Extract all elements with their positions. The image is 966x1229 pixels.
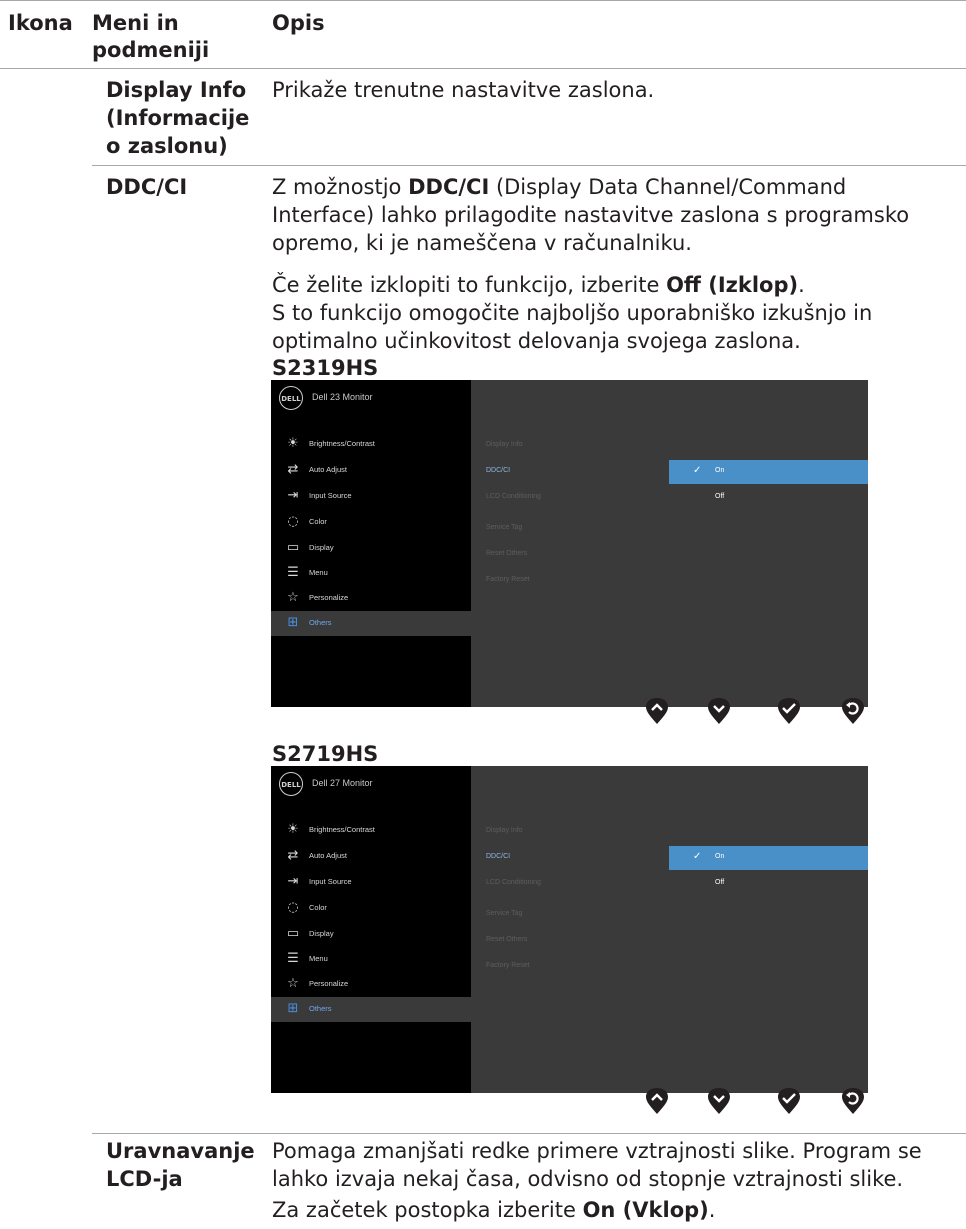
personalize-icon: ☆ [287,976,299,991]
ddcci-desc-1: Z možnostjo DDC/CI (Display Data Channel… [272,175,910,255]
lcd-label: Uravnavanje LCD-ja [106,1139,255,1191]
up-button-icon[interactable] [643,1087,671,1115]
osd2-menu-color[interactable]: ◌ Color [271,896,471,921]
check-icon: ✓ [693,465,702,476]
osd1-menu-auto-adjust[interactable]: ⇄ Auto Adjust [271,458,471,483]
others-icon: ⊞ [287,1001,299,1016]
osd1-menu-input-source[interactable]: ⇥ Input Source [271,484,471,509]
osd2-menu-menu[interactable]: ☰ Menu [271,947,471,972]
back-button-icon[interactable] [839,1087,867,1115]
header-desc-col: Opis [272,11,325,35]
lcd-desc-1: Pomaga zmanjšati redke primere vztrajnos… [272,1139,922,1191]
osd1-menu-menu[interactable]: ☰ Menu [271,561,471,586]
auto-adjust-icon: ⇄ [287,848,299,863]
row-rule-2 [92,1133,966,1134]
osd1-sub-ddcci[interactable]: DDC/CI [486,467,510,474]
check-icon: ✓ [693,851,702,862]
menu-icon: ☰ [287,951,299,966]
menu-icon: ☰ [287,565,299,580]
lcd-desc-2: Za začetek postopka izberite On (Vklop). [272,1198,716,1222]
input-source-icon: ⇥ [287,874,299,889]
osd1-menu-others[interactable]: ⊞ Others [271,611,471,636]
osd1-menu-color[interactable]: ◌ Color [271,510,471,535]
back-button-icon[interactable] [839,697,867,725]
osd2-option-on[interactable]: ✓ On [669,846,868,870]
osd2-sub-service-tag[interactable]: Service Tag [486,910,522,917]
brightness-icon: ☀ [287,436,299,451]
osd1-sub-display-info[interactable]: Display Info [486,441,523,448]
brightness-icon: ☀ [287,822,299,837]
osd2-menu-input-source[interactable]: ⇥ Input Source [271,870,471,895]
header-rule [0,68,966,69]
display-info-desc: Prikaže trenutne nastavitve zaslona. [272,78,655,102]
osd1-option-off[interactable]: Off [669,486,868,510]
row-rule-1 [92,165,966,166]
osd1-model: S2319HS [272,356,379,380]
color-icon: ◌ [287,900,299,915]
up-button-icon[interactable] [643,697,671,725]
osd1-sub-service-tag[interactable]: Service Tag [486,524,522,531]
osd2-menu-display[interactable]: ▭ Display [271,922,471,947]
display-info-label: Display Info (Informacije o zaslonu) [106,78,250,158]
ddcci-label: DDC/CI [106,175,188,199]
osd1-screen: DELL Dell 23 Monitor ☀ Brightness/Contras… [271,380,868,707]
check-button-icon[interactable] [775,697,803,725]
display-icon: ▭ [286,540,300,555]
auto-adjust-icon: ⇄ [287,462,299,477]
personalize-icon: ☆ [287,590,299,605]
ddcci-desc-3: S to funkcijo omogočite najboljšo uporab… [272,301,873,353]
osd1-menu-personalize[interactable]: ☆ Personalize [271,586,471,611]
osd2-screen: DELL Dell 27 Monitor ☀ Brightness/Contras… [271,766,868,1093]
osd1-sub-lcd-conditioning[interactable]: LCD Conditioning [486,493,541,500]
osd2-title: Dell 27 Monitor [312,778,373,788]
osd1-title: Dell 23 Monitor [312,392,373,402]
osd2-menu-brightness[interactable]: ☀ Brightness/Contrast [271,818,471,843]
osd1-menu-brightness[interactable]: ☀ Brightness/Contrast [271,432,471,457]
osd2-sub-reset-others[interactable]: Reset Others [486,936,527,943]
osd1-sub-reset-others[interactable]: Reset Others [486,550,527,557]
osd1-option-on[interactable]: ✓ On [669,460,868,484]
color-icon: ◌ [287,514,299,529]
osd1-sub-factory-reset[interactable]: Factory Reset [486,576,530,583]
header-menu-col: Meni in podmeniji [92,11,210,62]
check-button-icon[interactable] [775,1087,803,1115]
dell-logo-icon: DELL [279,386,303,410]
osd2-model: S2719HS [272,742,379,766]
osd2-sub-factory-reset[interactable]: Factory Reset [486,962,530,969]
osd2-menu-others[interactable]: ⊞ Others [271,997,471,1022]
osd2-sub-lcd-conditioning[interactable]: LCD Conditioning [486,879,541,886]
osd2-sub-display-info[interactable]: Display Info [486,827,523,834]
down-button-icon[interactable] [705,697,733,725]
display-icon: ▭ [286,926,300,941]
input-source-icon: ⇥ [287,488,299,503]
osd2-menu-auto-adjust[interactable]: ⇄ Auto Adjust [271,844,471,869]
others-icon: ⊞ [287,615,299,630]
osd2-menu-personalize[interactable]: ☆ Personalize [271,972,471,997]
osd2-option-off[interactable]: Off [669,872,868,896]
header-icon-col: Ikona [8,11,73,35]
down-button-icon[interactable] [705,1087,733,1115]
ddcci-desc-2: Če želite izklopiti to funkcijo, izberit… [272,273,805,297]
table-top-rule [0,0,966,1]
osd2-sub-ddcci[interactable]: DDC/CI [486,853,510,860]
osd1-menu-display[interactable]: ▭ Display [271,536,471,561]
dell-logo-icon: DELL [279,772,303,796]
